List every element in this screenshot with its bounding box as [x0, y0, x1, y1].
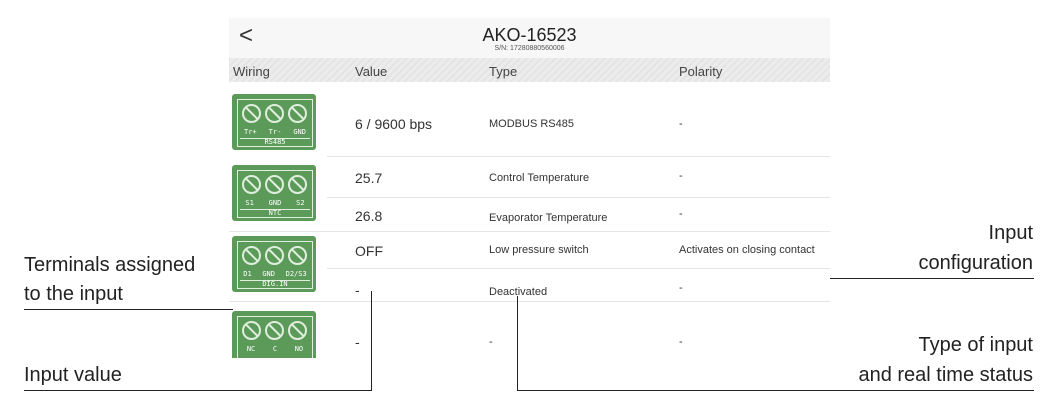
terminal-group-name: DIG.IN	[262, 280, 288, 288]
terminal-label: S2	[296, 199, 305, 207]
device-title: AKO-16523	[482, 25, 577, 45]
annotation-leader-line	[371, 291, 372, 391]
row-value: -	[355, 334, 360, 350]
terminal-label: Tr-	[268, 128, 282, 136]
screw-icon	[265, 104, 284, 123]
row-divider	[327, 197, 830, 198]
terminal-block-icon: NC C NO	[232, 311, 316, 358]
terminal-block-icon: Tr+ Tr- GND RS485	[232, 94, 316, 150]
terminal-label: D2/S3	[285, 270, 307, 278]
column-header-polarity: Polarity	[679, 64, 723, 79]
terminal-label: GND	[268, 199, 282, 207]
terminal-label: NC	[246, 345, 256, 353]
terminal-block-icon: S1 GND S2 NTC	[232, 165, 316, 221]
terminal-label: D1	[243, 270, 252, 278]
annotation-type-status-line2: and real time status	[858, 364, 1033, 386]
row-value: 25.7	[355, 170, 383, 186]
row-type: Evaporator Temperature	[489, 212, 608, 224]
annotation-input-config-line1: Input	[988, 222, 1033, 244]
row-type: -	[489, 336, 493, 348]
row-polarity: -	[679, 208, 683, 220]
row-divider	[327, 268, 830, 269]
row-value: 26.8	[355, 208, 383, 224]
row-value: OFF	[355, 243, 383, 259]
screw-icon	[242, 175, 261, 194]
annotation-leader-line	[517, 390, 1034, 391]
annotation-input-value: Input value	[24, 364, 122, 386]
screw-icon	[288, 175, 307, 194]
screw-icon	[288, 246, 307, 265]
terminal-label: Tr+	[244, 128, 257, 136]
screw-icon	[265, 175, 284, 194]
row-value: -	[355, 282, 360, 298]
annotation-leader-line	[830, 278, 1034, 279]
terminal-label: GND	[262, 270, 275, 278]
screw-icon	[265, 321, 284, 340]
annotation-leader-line	[517, 296, 518, 391]
row-polarity: -	[679, 170, 683, 182]
device-header: < AKO-16523 S/N: 17280880560006	[229, 18, 830, 58]
device-serial: S/N: 17280880560006	[494, 45, 565, 52]
annotation-leader-line	[24, 390, 372, 391]
terminal-label: C	[272, 345, 278, 353]
column-header-row: Wiring Value Type Polarity	[229, 58, 830, 82]
terminal-label: S1	[245, 199, 254, 207]
row-polarity: -	[679, 118, 683, 130]
screw-icon	[242, 104, 261, 123]
annotation-leader-line	[24, 309, 233, 310]
row-divider	[229, 231, 830, 232]
row-polarity: -	[679, 336, 683, 348]
column-header-type: Type	[489, 64, 518, 79]
terminal-block-icon: D1 GND D2/S3 DIG.IN	[232, 236, 316, 292]
row-value: 6 / 9600 bps	[355, 116, 433, 132]
row-type: Deactivated	[489, 286, 548, 298]
column-header-wiring: Wiring	[233, 64, 270, 79]
row-type: Low pressure switch	[489, 244, 589, 256]
row-polarity: Activates on closing contact	[679, 244, 815, 256]
terminal-group-name: RS485	[264, 138, 286, 146]
terminal-label: GND	[293, 128, 306, 136]
column-header-value: Value	[355, 64, 388, 79]
screw-icon	[288, 104, 307, 123]
annotation-input-config-line2: configuration	[918, 252, 1033, 274]
row-type: Control Temperature	[489, 172, 590, 184]
row-divider	[229, 301, 830, 302]
terminal-label: NO	[294, 345, 304, 353]
annotation-type-status-line1: Type of input	[918, 334, 1033, 356]
annotation-terminals-line1: Terminals assigned	[24, 254, 196, 276]
row-polarity: -	[679, 282, 683, 294]
device-screen: < AKO-16523 S/N: 17280880560006 Wiring V…	[229, 18, 830, 358]
screw-icon	[242, 321, 261, 340]
terminal-group-name: NTC	[268, 209, 282, 217]
screw-icon	[288, 321, 307, 340]
screw-icon	[242, 246, 261, 265]
row-divider	[327, 156, 830, 157]
screw-icon	[265, 246, 284, 265]
row-type: MODBUS RS485	[489, 118, 574, 130]
annotation-terminals-line2: to the input	[24, 283, 123, 305]
